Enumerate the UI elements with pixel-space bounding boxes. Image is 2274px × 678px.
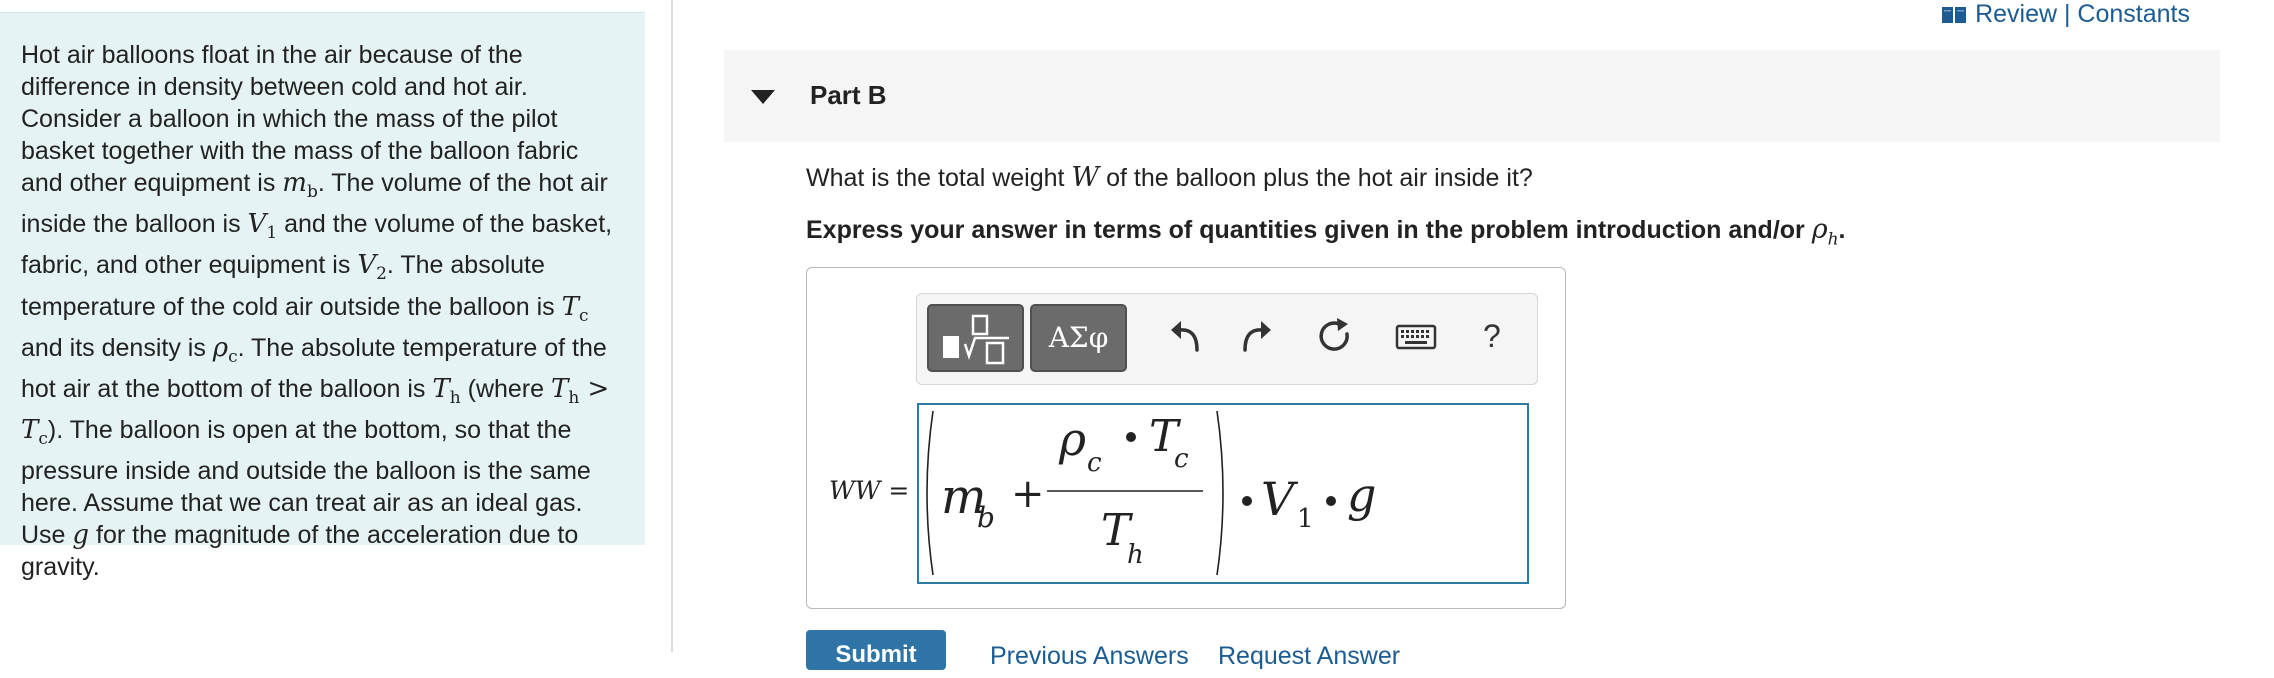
dot-1: [1242, 496, 1252, 506]
book-icon: [1942, 6, 1967, 23]
templates-icon: [943, 314, 1009, 365]
symbol-tc-2: Tc: [21, 415, 48, 450]
math-toolbar: ΑΣφ ?: [916, 293, 1538, 385]
num-rho-sub: c: [1087, 448, 1102, 478]
previous-answers-link[interactable]: Previous Answers: [990, 640, 1189, 670]
submit-button[interactable]: Submit: [806, 630, 946, 670]
symbol-g: g: [72, 520, 90, 551]
panel-divider: [671, 0, 673, 652]
problem-introduction: Hot air balloons float in the air becaus…: [21, 41, 613, 582]
answer-box: ΑΣφ ? WW = m b + ρ c T c T h V 1 g: [806, 267, 1566, 609]
keyboard-icon[interactable]: [1395, 316, 1437, 356]
problem-panel: Hot air balloons float in the air becaus…: [0, 12, 645, 581]
part-title: Part B: [810, 80, 887, 110]
g-symbol: g: [1347, 468, 1376, 522]
review-constants-link[interactable]: Review | Constants: [1941, 0, 2190, 29]
symbol-th-2: Th: [550, 373, 580, 409]
symbols-button[interactable]: ΑΣφ: [1030, 304, 1127, 372]
symbol-w: W: [1071, 162, 1100, 193]
request-answer-link[interactable]: Request Answer: [1218, 640, 1400, 670]
undo-icon[interactable]: [1167, 316, 1207, 356]
collapse-caret-icon[interactable]: [751, 90, 775, 104]
symbol-th: Th: [432, 373, 461, 409]
redo-icon[interactable]: [1235, 316, 1275, 356]
left-paren: [926, 410, 934, 576]
plus-sign: +: [1011, 471, 1045, 517]
reset-icon[interactable]: [1315, 316, 1355, 356]
num-dot: [1126, 432, 1136, 442]
m-subscript: b: [977, 501, 995, 534]
symbol-tc: Tc: [561, 291, 589, 326]
num-T-sub: c: [1174, 444, 1189, 474]
help-button[interactable]: ?: [1483, 318, 1501, 355]
answer-instruction: Express your answer in terms of quantiti…: [806, 214, 1846, 250]
question-text: What is the total weight W of the balloo…: [806, 162, 1533, 193]
part-header[interactable]: Part B: [724, 50, 2220, 142]
symbol-rhoc: ρc: [212, 332, 238, 367]
num-rho: ρ: [1058, 412, 1086, 466]
answer-variable-label: WW =: [829, 476, 910, 505]
symbol-rhoh: ρh: [1811, 214, 1839, 250]
v-subscript: 1: [1297, 504, 1314, 534]
v-symbol: V: [1261, 472, 1299, 526]
right-paren: [1216, 410, 1224, 576]
templates-button[interactable]: [927, 304, 1024, 372]
math-expression: m b + ρ c T c T h V 1 g: [926, 410, 1376, 576]
math-input-field[interactable]: m b + ρ c T c T h V 1 g: [917, 403, 1529, 584]
symbol-v2: V2: [357, 250, 387, 285]
dot-2: [1326, 496, 1336, 506]
den-T-sub: h: [1127, 540, 1144, 570]
symbol-v1: V1: [247, 209, 278, 244]
symbol-mb: mb: [282, 168, 318, 203]
review-constants-label[interactable]: Review | Constants: [1975, 0, 2190, 29]
